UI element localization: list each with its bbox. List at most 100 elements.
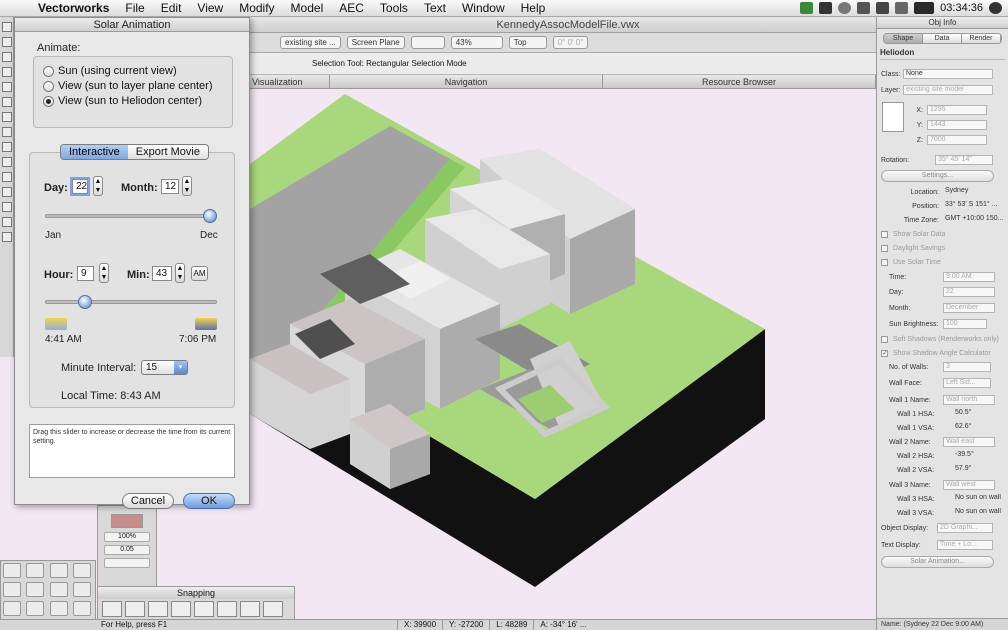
tab-visualization[interactable]: Visualization — [250, 75, 330, 88]
time-slider-track[interactable] — [45, 300, 217, 304]
obj-display-select[interactable]: 2D Graphi... — [937, 523, 993, 533]
tool-set-icon[interactable] — [3, 563, 21, 578]
day-stepper[interactable]: ▲ ▼ — [93, 176, 103, 196]
tab-interactive[interactable]: Interactive — [61, 145, 128, 159]
bluetooth-icon[interactable] — [857, 2, 871, 14]
wifi-icon[interactable] — [876, 2, 890, 14]
snap-angle-icon[interactable] — [148, 601, 168, 617]
min-field[interactable]: 43 — [152, 266, 172, 281]
tool-set-icon[interactable] — [3, 601, 21, 616]
cancel-button[interactable]: Cancel — [122, 493, 174, 509]
day-field[interactable]: 22 — [72, 179, 88, 194]
arrowhead-select[interactable] — [104, 558, 150, 568]
snap-distance-icon[interactable] — [194, 601, 214, 617]
line-tool-icon[interactable] — [2, 52, 12, 62]
battery-icon[interactable] — [914, 2, 935, 14]
menu-clock[interactable]: 03:34:36 — [940, 2, 983, 14]
wall3-name-field[interactable]: Wall west — [943, 480, 995, 490]
month-field[interactable]: 12 — [161, 179, 179, 194]
polyline-tool-icon[interactable] — [2, 112, 12, 122]
space-tool-icon[interactable] — [2, 217, 12, 227]
render-select[interactable] — [410, 36, 445, 49]
class-select[interactable]: None — [903, 69, 993, 79]
menu-model[interactable]: Model — [283, 1, 332, 15]
drawing-area[interactable] — [250, 89, 876, 619]
wall-face-select[interactable]: Left Sid... — [943, 378, 991, 388]
tool-set-icon[interactable] — [72, 582, 91, 597]
stair-tool-icon[interactable] — [2, 187, 12, 197]
tab-export-movie[interactable]: Export Movie — [127, 145, 208, 159]
option-view-heliodon[interactable]: View (sun to Heliodon center) — [43, 95, 202, 107]
sync-icon[interactable] — [800, 2, 814, 14]
tab-resource-browser[interactable]: Resource Browser — [603, 75, 876, 88]
snap-point-icon[interactable] — [240, 601, 260, 617]
model-view[interactable] — [250, 89, 876, 619]
soft-shadows-checkbox[interactable] — [881, 336, 888, 343]
menu-window[interactable]: Window — [454, 1, 513, 15]
plane-select[interactable]: Screen Plane — [346, 36, 405, 49]
shadow-angle-checkbox[interactable] — [881, 348, 888, 359]
opacity-field[interactable]: 100% — [104, 532, 150, 542]
circle-tool-icon[interactable] — [2, 82, 12, 92]
door-tool-icon[interactable] — [2, 142, 12, 152]
tool-set-icon[interactable] — [26, 582, 45, 597]
layer-select[interactable]: existing site model — [903, 85, 993, 95]
rectangle-tool-icon[interactable] — [2, 67, 12, 77]
solar-animation-button[interactable]: Solar Animation... — [881, 556, 994, 568]
standard-view-select[interactable]: Top — [508, 36, 547, 49]
tool-set-icon[interactable] — [49, 601, 68, 616]
menu-view[interactable]: View — [189, 1, 231, 15]
y-field[interactable]: 1443 — [927, 120, 987, 130]
wall2-name-field[interactable]: Wall east — [943, 437, 995, 447]
tool-set-icon[interactable] — [49, 563, 68, 578]
fill-color-swatch[interactable] — [111, 514, 143, 528]
menu-file[interactable]: File — [117, 1, 152, 15]
month-slider-track[interactable] — [45, 214, 217, 218]
tool-set-icon[interactable] — [72, 601, 91, 616]
day-select[interactable]: 22 — [943, 287, 995, 297]
show-solar-data-checkbox[interactable] — [881, 231, 888, 238]
month-select[interactable]: December — [943, 303, 995, 313]
wall1-name-field[interactable]: Wall north — [943, 395, 995, 405]
menu-edit[interactable]: Edit — [153, 1, 190, 15]
layer-select[interactable]: existing site ... — [280, 36, 341, 49]
min-stepper[interactable]: ▲ ▼ — [175, 263, 185, 283]
menu-app[interactable]: Vectorworks — [30, 1, 117, 15]
snap-tangent-icon[interactable] — [217, 601, 237, 617]
tool-set-icon[interactable] — [26, 563, 45, 578]
tool-set-icon[interactable] — [3, 582, 21, 597]
ampm-toggle[interactable]: AM — [191, 266, 208, 281]
option-view-layer-plane[interactable]: View (sun to layer plane center) — [43, 80, 213, 92]
tab-render[interactable]: Render — [962, 34, 1001, 43]
option-sun-current-view[interactable]: Sun (using current view) — [43, 65, 177, 77]
ok-button[interactable]: OK — [183, 493, 235, 509]
x-field[interactable]: 1295 — [927, 105, 987, 115]
rotation-field[interactable]: 35° 45' 14" — [935, 155, 993, 165]
z-field[interactable]: 7000 — [927, 135, 987, 145]
menu-help[interactable]: Help — [513, 1, 554, 15]
spotlight-icon[interactable] — [989, 2, 1002, 14]
roof-tool-icon[interactable] — [2, 172, 12, 182]
dimension-tool-icon[interactable] — [2, 232, 12, 242]
window-tool-icon[interactable] — [2, 157, 12, 167]
time-slider-thumb[interactable] — [77, 295, 92, 309]
tab-shape[interactable]: Shape — [884, 34, 923, 43]
month-slider-thumb[interactable] — [203, 209, 218, 223]
snap-edge-icon[interactable] — [263, 601, 283, 617]
tool-set-icon[interactable] — [49, 582, 68, 597]
menu-text[interactable]: Text — [416, 1, 454, 15]
zoom-field[interactable]: 43% — [450, 36, 503, 49]
hour-field[interactable]: 9 — [77, 266, 94, 281]
menu-tools[interactable]: Tools — [372, 1, 416, 15]
month-stepper[interactable]: ▲ ▼ — [182, 176, 192, 196]
use-solar-time-checkbox[interactable] — [881, 259, 888, 266]
menu-modify[interactable]: Modify — [231, 1, 282, 15]
hour-stepper[interactable]: ▲ ▼ — [99, 263, 109, 283]
snap-intersection-icon[interactable] — [171, 601, 191, 617]
walls-select[interactable]: 3 — [943, 362, 991, 372]
settings-button[interactable]: Settings... — [881, 170, 994, 182]
text-tool-icon[interactable] — [2, 37, 12, 47]
arc-tool-icon[interactable] — [2, 97, 12, 107]
daylight-savings-checkbox[interactable] — [881, 245, 888, 252]
menu-aec[interactable]: AEC — [331, 1, 372, 15]
